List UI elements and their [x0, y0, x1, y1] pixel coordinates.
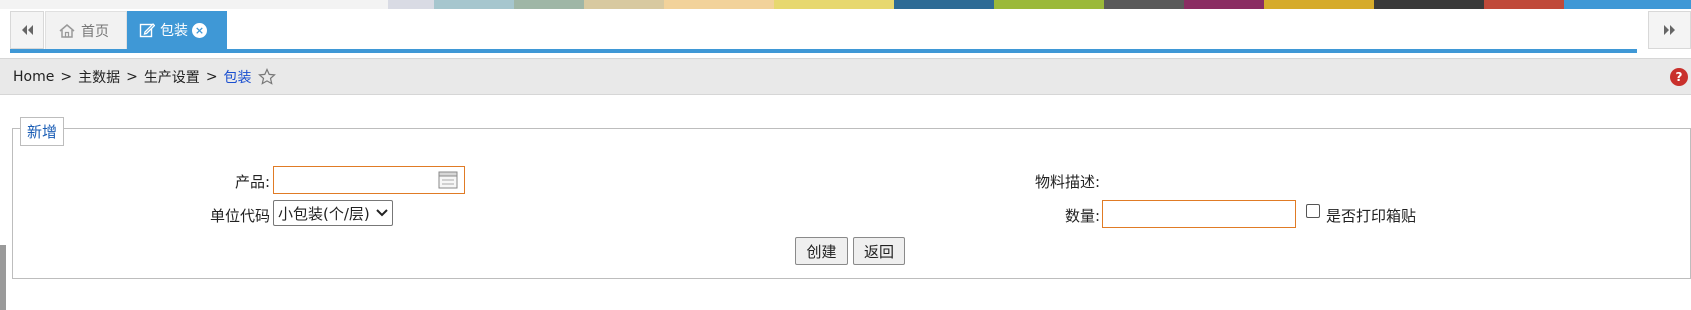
material-description-label: 物料描述:	[1034, 173, 1100, 191]
breadcrumb-master-data[interactable]: 主数据	[78, 67, 120, 87]
create-form-fieldset	[12, 128, 1691, 279]
color-swatch	[774, 0, 894, 9]
product-label: 产品:	[234, 173, 270, 191]
chevron-down-icon	[376, 209, 388, 217]
edit-icon	[139, 22, 155, 38]
unit-code-select[interactable]: 小包装(个/层)	[273, 200, 393, 226]
color-swatch	[1184, 0, 1264, 9]
scroll-tabs-right-button[interactable]	[1648, 11, 1691, 49]
form-legend: 新增	[20, 117, 65, 146]
back-button[interactable]: 返回	[853, 237, 905, 265]
breadcrumb-home[interactable]: Home	[13, 69, 54, 85]
quantity-input[interactable]	[1102, 200, 1296, 228]
quantity-label: 数量:	[1064, 207, 1100, 225]
color-swatch	[434, 0, 514, 9]
tab-packaging[interactable]: 包装 ×	[127, 11, 227, 49]
tab-home-label: 首页	[81, 23, 109, 40]
color-swatch	[388, 0, 434, 9]
color-swatch	[1484, 0, 1564, 9]
create-button[interactable]: 创建	[795, 237, 848, 265]
color-swatch	[664, 0, 774, 9]
double-chevron-left-icon	[22, 25, 33, 35]
color-swatch	[1564, 0, 1691, 9]
breadcrumb-current: 包装	[223, 69, 252, 86]
color-swatch	[994, 0, 1104, 9]
favorite-star-icon[interactable]	[257, 67, 276, 86]
unit-code-value: 小包装(个/层)	[278, 204, 370, 223]
breadcrumb-production-settings[interactable]: 生产设置	[144, 67, 200, 87]
lookup-icon[interactable]	[438, 171, 458, 193]
breadcrumb-separator: >	[60, 68, 73, 85]
product-input[interactable]	[273, 166, 465, 194]
scrollbar[interactable]	[0, 245, 6, 310]
tab-underline	[10, 49, 1637, 53]
color-swatch	[584, 0, 664, 9]
color-swatch	[894, 0, 994, 9]
double-chevron-right-icon	[1663, 25, 1675, 35]
color-swatch	[0, 0, 388, 9]
print-box-label-text: 是否打印箱贴	[1326, 207, 1417, 225]
color-swatch	[1104, 0, 1184, 9]
theme-color-strip	[0, 0, 1691, 9]
unit-code-label: 单位代码	[209, 207, 270, 225]
home-icon	[58, 23, 76, 39]
breadcrumb: Home > 主数据 > 生产设置 > 包装 ?	[0, 58, 1691, 95]
color-swatch	[1264, 0, 1374, 9]
help-icon[interactable]: ?	[1670, 68, 1688, 86]
scroll-tabs-left-button[interactable]	[10, 11, 44, 49]
color-swatch	[514, 0, 584, 9]
print-box-label-checkbox[interactable]	[1306, 204, 1320, 218]
close-tab-icon[interactable]: ×	[192, 22, 207, 38]
tab-home[interactable]: 首页	[45, 11, 127, 49]
breadcrumb-separator: >	[205, 68, 218, 85]
color-swatch	[1374, 0, 1484, 9]
tab-packaging-label: 包装	[160, 23, 188, 39]
breadcrumb-separator: >	[126, 68, 138, 85]
tab-bar: 首页 包装 ×	[0, 9, 1691, 55]
